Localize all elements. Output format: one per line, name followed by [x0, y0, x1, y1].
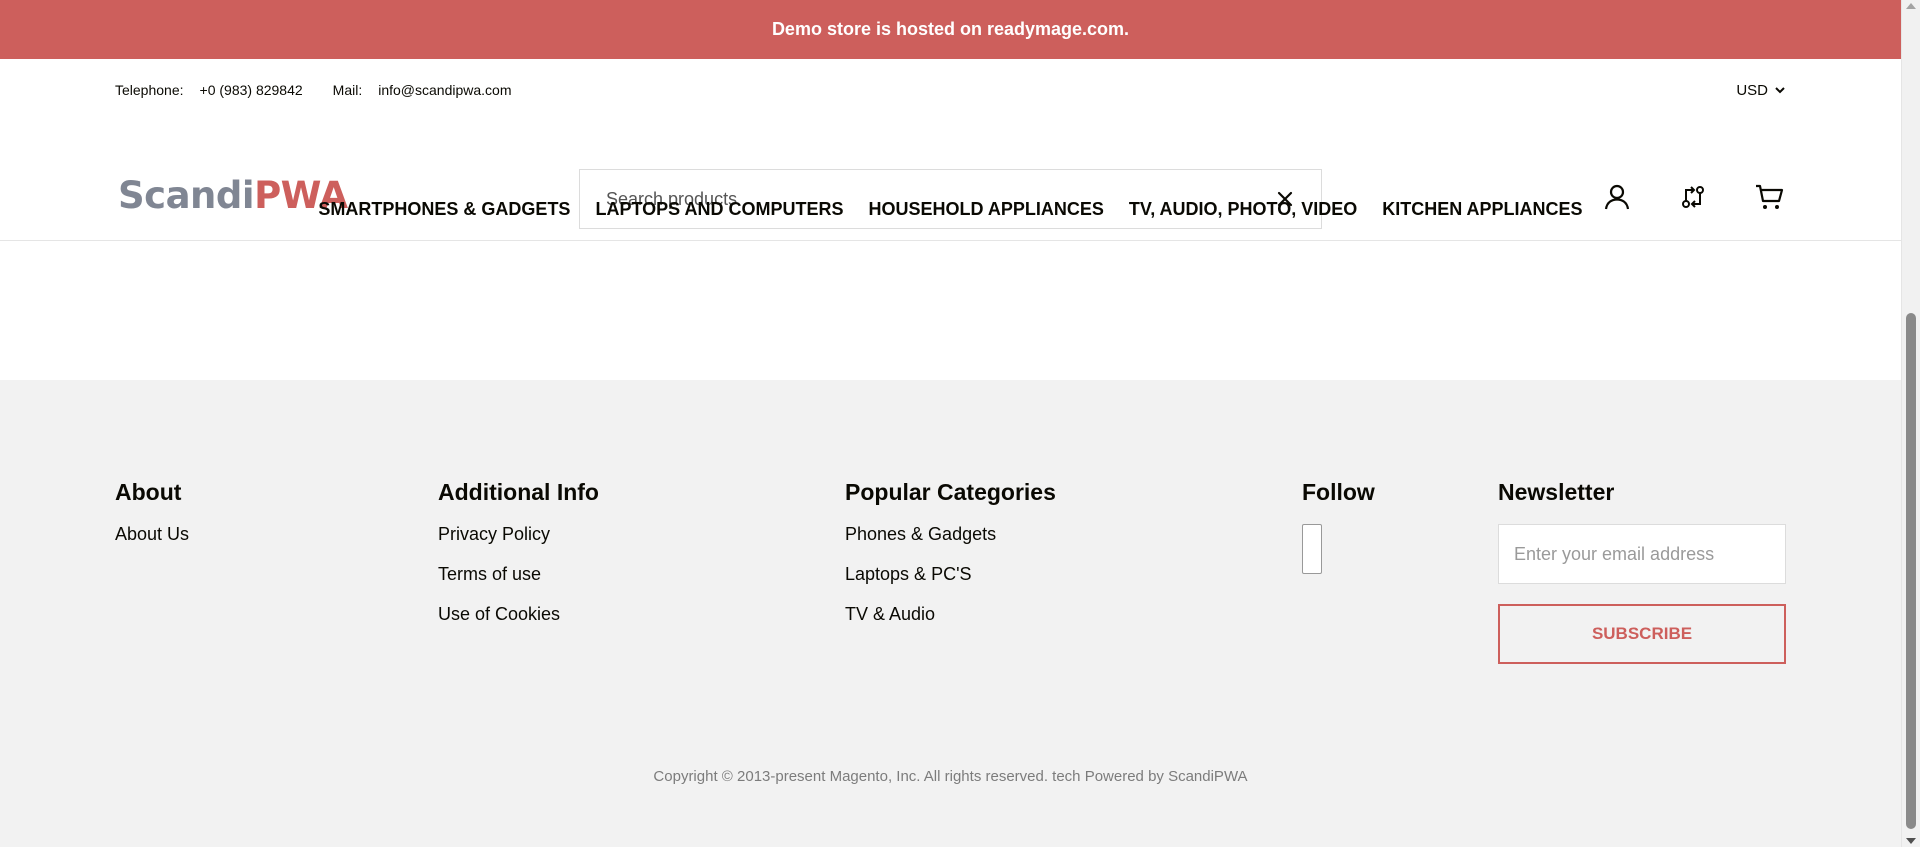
menu-item-kitchen[interactable]: Kitchen Appliances — [1382, 199, 1582, 220]
top-bar: Telephone: +0 (983) 829842 Mail: info@sc… — [115, 81, 1786, 99]
social-links-placeholder[interactable] — [1302, 524, 1322, 574]
copyright-text: Copyright © 2013-present Magento, Inc. A… — [653, 768, 1248, 785]
mail-group: Mail: info@scandipwa.com — [333, 82, 512, 98]
footer-column-additional-info: Additional Info Privacy Policy Terms of … — [438, 481, 599, 644]
footer-heading-about: About — [115, 479, 182, 505]
footer-link-phones-gadgets[interactable]: Phones & Gadgets — [845, 524, 1056, 545]
mail-label: Mail: — [332, 82, 363, 98]
telephone-label: Telephone: — [115, 82, 184, 98]
footer-column-about: About About Us — [115, 481, 189, 564]
footer-column-popular-categories: Popular Categories Phones & Gadgets Lapt… — [845, 481, 1056, 644]
scrollbar-thumb[interactable] — [1906, 313, 1916, 829]
currency-switcher[interactable]: USD — [1736, 82, 1786, 99]
subscribe-button[interactable]: Subscribe — [1498, 604, 1786, 664]
newsletter-email-field — [1498, 524, 1786, 584]
telephone-group: Telephone: +0 (983) 829842 — [115, 82, 303, 98]
footer-link-use-of-cookies[interactable]: Use of Cookies — [438, 604, 599, 625]
mail-value[interactable]: info@scandipwa.com — [378, 82, 511, 98]
demo-banner-text: Demo store is hosted on readymage.com. — [771, 19, 1130, 39]
footer-heading-additional-info: Additional Info — [438, 479, 599, 505]
scroll-down-arrow-icon[interactable] — [1906, 838, 1916, 844]
menu-item-laptops[interactable]: Laptops and Computers — [595, 199, 843, 220]
scroll-up-arrow-icon[interactable] — [1906, 3, 1916, 9]
menu-item-smartphones[interactable]: Smartphones & Gadgets — [318, 199, 570, 220]
footer-link-laptops-pcs[interactable]: Laptops & PC'S — [845, 564, 1056, 585]
footer-column-newsletter: Newsletter Subscribe — [1498, 481, 1786, 664]
footer-heading-popular-categories: Popular Categories — [845, 479, 1056, 505]
main-menu: Smartphones & Gadgets Laptops and Comput… — [0, 199, 1901, 220]
menu-item-tv-audio[interactable]: TV, Audio, Photo, Video — [1129, 199, 1357, 220]
demo-banner: Demo store is hosted on readymage.com. — [0, 0, 1901, 59]
footer-heading-newsletter: Newsletter — [1498, 479, 1615, 505]
footer-heading-follow: Follow — [1302, 479, 1375, 505]
chevron-down-icon — [1775, 87, 1785, 94]
footer-link-tv-audio[interactable]: TV & Audio — [845, 604, 1056, 625]
footer-link-about-us[interactable]: About Us — [115, 524, 189, 545]
contact-info: Telephone: +0 (983) 829842 Mail: info@sc… — [115, 82, 526, 98]
menu-item-household[interactable]: Household Appliances — [868, 199, 1103, 220]
newsletter-email-input[interactable] — [1514, 543, 1770, 565]
telephone-value[interactable]: +0 (983) 829842 — [200, 82, 303, 98]
currency-value: USD — [1736, 81, 1768, 99]
page: Demo store is hosted on readymage.com. T… — [0, 0, 1901, 847]
site-footer: About About Us Additional Info Privacy P… — [0, 380, 1901, 847]
footer-link-terms-of-use[interactable]: Terms of use — [438, 564, 599, 585]
footer-column-follow: Follow — [1302, 481, 1375, 574]
page-scrollbar[interactable] — [1901, 0, 1920, 847]
footer-link-privacy-policy[interactable]: Privacy Policy — [438, 524, 599, 545]
